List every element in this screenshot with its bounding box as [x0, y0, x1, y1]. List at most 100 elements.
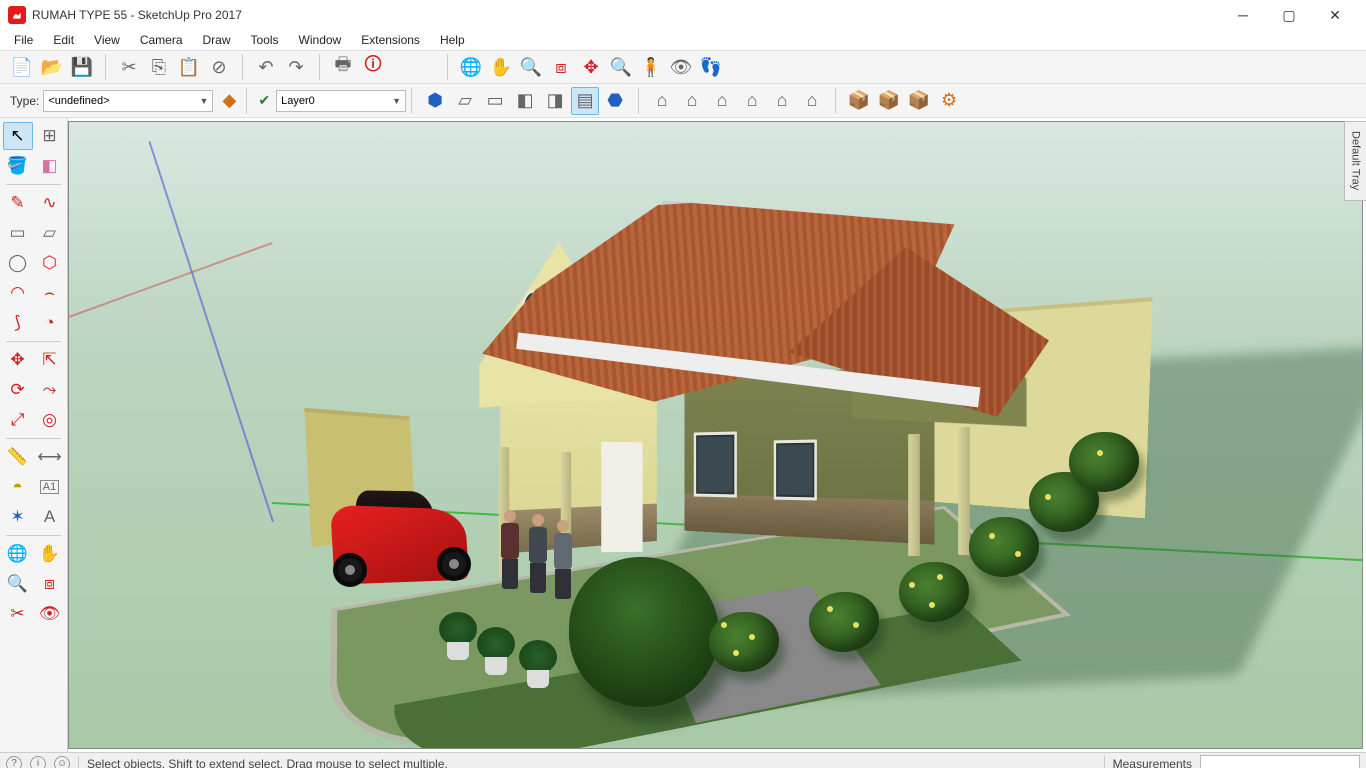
person-model [499, 510, 521, 588]
open-file-button[interactable]: 📂 [38, 53, 66, 81]
move-tool[interactable]: ✥ [3, 346, 33, 374]
view-iso-button[interactable]: ⬢ [421, 87, 449, 115]
user-icon[interactable]: ☺ [54, 756, 70, 768]
save-file-button[interactable]: 💾 [68, 53, 96, 81]
chevron-down-icon: ▼ [392, 96, 401, 106]
style-xray-button[interactable]: ⌂ [648, 87, 676, 115]
status-hint: Select objects. Shift to extend select. … [87, 757, 448, 768]
zoom-button[interactable]: 🔍 [517, 53, 545, 81]
menu-tools[interactable]: Tools [241, 31, 289, 49]
3dtext-tool[interactable]: A [35, 503, 65, 531]
potted-plant [477, 627, 515, 675]
viewport[interactable] [68, 121, 1363, 749]
zoom-extents-tool[interactable]: ⧈ [35, 570, 65, 598]
copy-button[interactable]: ⎘ [145, 53, 173, 81]
warehouse-get-button[interactable]: 📦 [845, 87, 873, 115]
text-tool[interactable]: A1 [35, 473, 65, 501]
polygon-tool[interactable]: ⬡ [35, 249, 65, 277]
car-model [319, 507, 489, 582]
extension-manager-button[interactable]: ⚙ [935, 87, 963, 115]
undo-button[interactable]: ↶ [252, 53, 280, 81]
section-plane-tool[interactable]: ✂ [3, 600, 33, 628]
freehand-tool[interactable]: ∿ [35, 189, 65, 217]
cut-button[interactable]: ✂ [115, 53, 143, 81]
view-back-button[interactable]: ◨ [541, 87, 569, 115]
style-wireframe-button[interactable]: ⌂ [678, 87, 706, 115]
main-area: ↖ ⊞ 🪣 ◧ ✎ ∿ ▭ ▱ ◯ ⬡ ◠ ⌢ ⟆ ◔ ✥ [0, 118, 1366, 752]
paint-bucket-tool[interactable]: 🪣 [3, 152, 33, 180]
menu-window[interactable]: Window [289, 31, 352, 49]
offset-tool[interactable]: ◎ [35, 406, 65, 434]
3point-arc-tool[interactable]: ⟆ [3, 309, 33, 337]
eraser-tool[interactable]: ◧ [35, 152, 65, 180]
view-front-button[interactable]: ▭ [481, 87, 509, 115]
redo-button[interactable]: ↷ [282, 53, 310, 81]
type-combo[interactable]: <undefined> ▼ [43, 90, 213, 112]
orbit-tool[interactable]: 🌐 [3, 540, 33, 568]
pie-tool[interactable]: ◔ [35, 309, 65, 337]
pan-button[interactable]: ✋ [487, 53, 515, 81]
extension-warehouse-button[interactable]: 📦 [905, 87, 933, 115]
menu-extensions[interactable]: Extensions [351, 31, 430, 49]
maximize-button[interactable]: ▢ [1266, 0, 1312, 30]
view-iso2-button[interactable]: ⬣ [601, 87, 629, 115]
make-component-tool[interactable]: ⊞ [35, 122, 65, 150]
zoom-tool[interactable]: 🔍 [3, 570, 33, 598]
pushpull-tool[interactable]: ⇱ [35, 346, 65, 374]
minimize-button[interactable]: ─ [1220, 0, 1266, 30]
bush-model [809, 592, 879, 652]
zoom-extents-button[interactable]: ✥ [577, 53, 605, 81]
tape-measure-tool[interactable]: 📏 [3, 443, 33, 471]
type-filter-button[interactable]: ◆ [217, 89, 241, 113]
menu-camera[interactable]: Camera [130, 31, 193, 49]
arc-tool[interactable]: ◠ [3, 279, 33, 307]
default-tray-tab[interactable]: Default Tray [1344, 121, 1366, 201]
paste-button[interactable]: 📋 [175, 53, 203, 81]
menu-file[interactable]: File [4, 31, 43, 49]
dimension-tool[interactable]: ⟷ [35, 443, 65, 471]
close-button[interactable]: ✕ [1312, 0, 1358, 30]
rotate-tool[interactable]: ⟳ [3, 376, 33, 404]
view-left-button[interactable]: ▤ [571, 87, 599, 115]
position-camera-tool[interactable]: 👁 [35, 600, 65, 628]
delete-button[interactable]: ⊘ [205, 53, 233, 81]
followme-tool[interactable]: ⤳ [35, 376, 65, 404]
pan-tool[interactable]: ✋ [35, 540, 65, 568]
rectangle-tool[interactable]: ▭ [3, 219, 33, 247]
walk-button[interactable]: 👣 [697, 53, 725, 81]
axes-tool[interactable]: ✶ [3, 503, 33, 531]
scale-tool[interactable]: ⤢ [3, 406, 33, 434]
select-tool[interactable]: ↖ [3, 122, 33, 150]
protractor-tool[interactable]: ◓ [3, 473, 33, 501]
new-file-button[interactable]: 📄 [8, 53, 36, 81]
rotated-rectangle-tool[interactable]: ▱ [35, 219, 65, 247]
help-icon[interactable]: ? [6, 756, 22, 768]
model-info-button[interactable]: 🛈 [359, 53, 387, 81]
type-label: Type: [10, 94, 39, 108]
view-right-button[interactable]: ◧ [511, 87, 539, 115]
menu-draw[interactable]: Draw [193, 31, 241, 49]
look-around-button[interactable]: 👁 [667, 53, 695, 81]
view-top-button[interactable]: ▱ [451, 87, 479, 115]
style-hidden-button[interactable]: ⌂ [708, 87, 736, 115]
circle-tool[interactable]: ◯ [3, 249, 33, 277]
style-shaded-button[interactable]: ⌂ [738, 87, 766, 115]
orbit-button[interactable]: 🌐 [457, 53, 485, 81]
warehouse-share-button[interactable]: 📦 [875, 87, 903, 115]
print-button[interactable]: 🖶 [329, 53, 357, 81]
menu-help[interactable]: Help [430, 31, 475, 49]
position-camera-button[interactable]: 🧍 [637, 53, 665, 81]
measurements-input[interactable] [1200, 755, 1360, 768]
menu-view[interactable]: View [84, 31, 130, 49]
layer-combo[interactable]: Layer0 ▼ [276, 90, 406, 112]
style-textured-button[interactable]: ⌂ [768, 87, 796, 115]
menu-edit[interactable]: Edit [43, 31, 84, 49]
house-model [409, 202, 999, 582]
2point-arc-tool[interactable]: ⌢ [35, 279, 65, 307]
info-icon[interactable]: i [30, 756, 46, 768]
zoom-window-button[interactable]: ⧈ [547, 53, 575, 81]
line-tool[interactable]: ✎ [3, 189, 33, 217]
potted-plant [519, 640, 557, 688]
previous-view-button[interactable]: 🔍 [607, 53, 635, 81]
style-mono-button[interactable]: ⌂ [798, 87, 826, 115]
